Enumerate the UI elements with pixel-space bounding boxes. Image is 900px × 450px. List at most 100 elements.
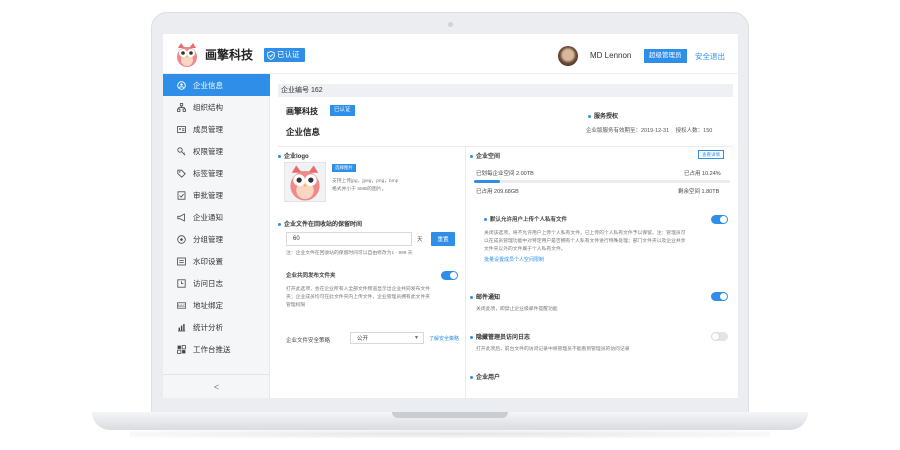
- sidebar-item-workbench-push[interactable]: 工作台推送: [163, 338, 270, 360]
- company-name: 画擎科技: [286, 107, 318, 116]
- company-verified-badge: 已认证: [330, 105, 355, 116]
- sidebar-item-label: 成员管理: [193, 124, 223, 134]
- recycle-section-title: 企业文件在回收站的保留时间: [278, 219, 362, 228]
- recycle-title: 企业文件在回收站的保留时间: [284, 222, 363, 228]
- shared-folder-desc-2: 夹；企业成员均可在此文件夹内上传文件，企业管理员拥有此文件夹: [286, 295, 430, 300]
- service-expiry: 企业版服务有效期至：2019-12-31: [586, 128, 670, 134]
- sidebar-item-groups[interactable]: 分组管理: [163, 228, 270, 250]
- mac-icon: MAC: [177, 301, 186, 310]
- bullet-dot: [470, 335, 473, 339]
- retention-days-input[interactable]: 60: [286, 232, 412, 246]
- space-section-title: 企业空间: [470, 151, 500, 160]
- space-usage-bar: [474, 180, 730, 183]
- space-remaining: 剩余空间 1.80TB: [678, 189, 720, 195]
- top-header: 画擎科技 已认证 MD Lennon 超级管理员 安全退出: [163, 34, 738, 74]
- sidebar-item-label: 分组管理: [193, 234, 223, 244]
- shield-check-icon: [267, 50, 275, 60]
- shared-folder-toggle[interactable]: [441, 271, 458, 280]
- personal-files-title: 默认允许用户上传个人私有文件: [484, 215, 567, 223]
- space-used-percent: 已占用 10.24%: [684, 171, 721, 177]
- bullet-dot: [484, 218, 487, 222]
- users-section-title: 企业用户: [470, 372, 500, 381]
- sidebar-item-stats[interactable]: 统计分析: [163, 316, 270, 338]
- mail-section-title: 邮件通知: [470, 292, 500, 301]
- sidebar: 企业信息 组织结构 成员管理 权限管理 标签管理 审批管理 企业通知 分组管理: [163, 74, 270, 398]
- sidebar-item-label: 访问日志: [193, 278, 223, 288]
- reset-button[interactable]: 重置: [431, 232, 455, 246]
- hide-admin-section-title: 隐藏管理员访问日志: [470, 332, 530, 341]
- mail-toggle[interactable]: [711, 292, 728, 301]
- bullet-dot: [588, 114, 591, 118]
- service-licenses: 授权人数：150: [675, 128, 713, 134]
- verified-badge: 已认证: [264, 48, 305, 62]
- chevron-left-icon: <: [213, 381, 220, 392]
- owl-logo-icon: [177, 43, 197, 67]
- view-details-button[interactable]: 查看详情: [698, 150, 724, 159]
- chevron-down-icon: ▼: [414, 335, 419, 341]
- logo-section-title: 企业logo: [278, 151, 309, 160]
- policy-select[interactable]: 公开 ▼: [350, 332, 424, 344]
- tag-icon: [177, 169, 186, 178]
- sidebar-item-approval[interactable]: 审批管理: [163, 184, 270, 206]
- policy-learn-link[interactable]: 了解安全策略: [429, 335, 459, 342]
- sidebar-item-org[interactable]: 组织结构: [163, 96, 270, 118]
- avatar[interactable]: [558, 46, 578, 66]
- approval-icon: [177, 190, 186, 200]
- policy-label: 企业文件安全策略: [286, 338, 331, 344]
- sidebar-item-tags[interactable]: 标签管理: [163, 162, 270, 184]
- sidebar-item-label: 统计分析: [193, 322, 223, 332]
- laptop-shadow: [130, 430, 770, 438]
- retention-note: 注：企业文件在回收站的保留时间可以自由修改为1 - 999 天: [286, 251, 413, 256]
- policy-select-value: 公开: [357, 336, 369, 342]
- personal-files-toggle[interactable]: [711, 215, 728, 224]
- sidebar-item-address[interactable]: MAC 地址绑定: [163, 294, 270, 316]
- clock-icon: [177, 278, 186, 288]
- sidebar-item-permissions[interactable]: 权限管理: [163, 140, 270, 162]
- id-card-icon: [177, 125, 186, 134]
- bullet-dot: [470, 295, 473, 299]
- retention-days-value: 60: [293, 236, 300, 242]
- batch-limit-link[interactable]: 批量设置成员个人空间限制: [484, 256, 544, 263]
- sidebar-item-label: 地址绑定: [193, 300, 223, 310]
- logout-link[interactable]: 安全退出: [695, 51, 725, 62]
- laptop-camera: [448, 22, 453, 27]
- brand-name: 画擎科技: [205, 48, 254, 62]
- sidebar-collapse-button[interactable]: <: [163, 374, 270, 398]
- username[interactable]: MD Lennon: [590, 51, 631, 60]
- hide-admin-desc: 打开此项后，前台文件的访问记录中将管理员不能看到管理员的访问记录: [476, 347, 630, 352]
- shared-folder-desc-3: 管理权限: [286, 303, 306, 308]
- owl-logo-icon: [290, 165, 320, 201]
- laptop-notch: [392, 412, 508, 418]
- hide-admin-toggle[interactable]: [711, 332, 728, 341]
- bullet-dot: [470, 375, 473, 379]
- main-content: 企业编号 162 画擎科技 已认证 企业信息 服务授权 企业版服务有效期至：20…: [270, 74, 738, 398]
- sidebar-item-watermark[interactable]: 水印设置: [163, 250, 270, 272]
- space-title: 企业空间: [476, 154, 501, 160]
- sidebar-item-members[interactable]: 成员管理: [163, 118, 270, 140]
- sidebar-item-access-log[interactable]: 访问日志: [163, 272, 270, 294]
- personal-desc-2: 以在成员管理功能中对特定用户是否拥有个人私有文件进行特殊处理；部门文件夹以及企业…: [484, 239, 686, 244]
- sidebar-item-label: 水印设置: [193, 256, 223, 266]
- service-title: 服务授权: [588, 111, 618, 120]
- sidebar-item-label: 企业信息: [193, 80, 223, 90]
- bullet-dot: [278, 154, 281, 158]
- users-title: 企业用户: [476, 375, 501, 381]
- personal-desc-3: 文件夹以外的文件属于个人私有文件。: [484, 247, 566, 252]
- sidebar-item-label: 企业通知: [193, 212, 223, 222]
- sidebar-item-notice[interactable]: 企业通知: [163, 206, 270, 228]
- company-logo-preview: [284, 162, 326, 202]
- choose-image-button[interactable]: 选择图片: [332, 164, 356, 172]
- watermark-icon: [177, 257, 186, 266]
- shared-folder-desc-1: 打开此选项，会在企业所有人全部文件频道显示出企业共同发布文件: [286, 287, 430, 292]
- svg-text:MAC: MAC: [178, 304, 186, 308]
- sidebar-item-label: 工作台推送: [193, 344, 231, 354]
- grid-icon: [177, 344, 186, 354]
- sidebar-item-company-info[interactable]: 企业信息: [163, 74, 270, 96]
- role-badge: 超级管理员: [644, 49, 687, 63]
- sidebar-item-label: 权限管理: [193, 146, 223, 156]
- space-allocated: 已划每企业空间 2.00TB: [476, 171, 534, 177]
- days-unit: 天: [417, 237, 423, 243]
- megaphone-icon: [177, 212, 186, 222]
- hide-admin-title: 隐藏管理员访问日志: [476, 335, 531, 341]
- org-tree-icon: [177, 102, 186, 112]
